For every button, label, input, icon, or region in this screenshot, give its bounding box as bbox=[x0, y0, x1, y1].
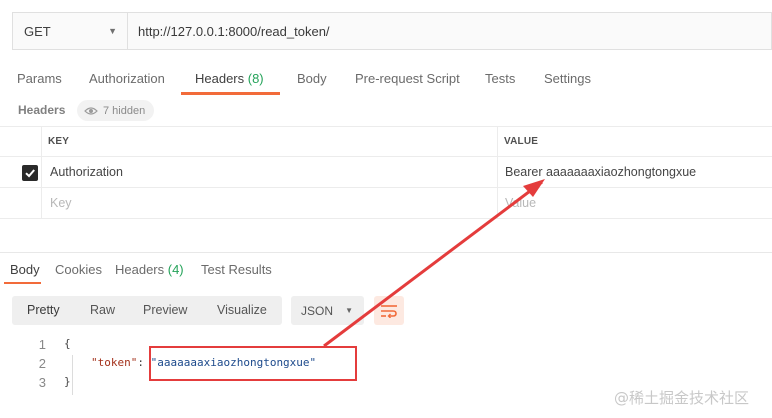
method-label: GET bbox=[24, 23, 51, 39]
tab-label: Cookies bbox=[55, 262, 102, 277]
raw-button[interactable]: Raw bbox=[90, 303, 115, 317]
pretty-button[interactable]: Pretty bbox=[27, 303, 60, 317]
format-toolbar: Pretty Raw Preview Visualize bbox=[12, 296, 282, 325]
url-input[interactable]: http://127.0.0.1:8000/read_token/ bbox=[128, 13, 771, 49]
checkmark-icon bbox=[25, 169, 35, 178]
wrap-lines-icon bbox=[381, 304, 397, 318]
tab-label: Params bbox=[17, 71, 62, 86]
tab-label: Authorization bbox=[89, 71, 165, 86]
tab-tests[interactable]: Tests bbox=[485, 71, 515, 86]
code-close-brace: } bbox=[64, 375, 71, 388]
tab-label: Body bbox=[297, 71, 327, 86]
preview-button[interactable]: Preview bbox=[143, 303, 187, 317]
header-value-cell[interactable]: Bearer aaaaaaaxiaozhongtongxue bbox=[505, 157, 696, 187]
table-header-row: KEY VALUE bbox=[0, 126, 772, 157]
new-key-input[interactable]: Key bbox=[50, 188, 72, 218]
tab-label: Headers bbox=[195, 71, 248, 86]
watermark: @稀土掘金技术社区 bbox=[614, 389, 750, 407]
method-select[interactable]: GET ▼ bbox=[13, 13, 128, 49]
response-tab-test-results[interactable]: Test Results bbox=[201, 262, 272, 277]
tab-count: (4) bbox=[167, 262, 184, 277]
tab-count: (8) bbox=[247, 71, 264, 86]
checkbox-column bbox=[0, 188, 42, 218]
line-number: 1 bbox=[38, 337, 46, 352]
checkbox-column bbox=[0, 157, 42, 187]
eye-icon bbox=[84, 106, 98, 115]
column-divider bbox=[497, 188, 498, 218]
active-tab-indicator bbox=[181, 92, 280, 95]
request-tabs: Params Authorization Headers (8) Body Pr… bbox=[0, 62, 772, 96]
code-open-brace: { bbox=[64, 337, 71, 350]
headers-section-title: Headers bbox=[18, 103, 66, 117]
tab-pre-request-script[interactable]: Pre-request Script bbox=[355, 71, 460, 86]
wrap-lines-button[interactable] bbox=[374, 296, 404, 325]
column-header-value: VALUE bbox=[504, 136, 539, 147]
tab-label: Pre-request Script bbox=[355, 71, 460, 86]
chevron-down-icon: ▼ bbox=[108, 26, 117, 36]
tab-body[interactable]: Body bbox=[297, 71, 327, 86]
hidden-count-label: 7 hidden bbox=[103, 104, 146, 117]
hidden-headers-toggle[interactable]: 7 hidden bbox=[77, 100, 155, 121]
tab-label: Test Results bbox=[201, 262, 272, 277]
tab-label: Settings bbox=[544, 71, 591, 86]
column-divider bbox=[497, 157, 498, 187]
active-response-tab-indicator bbox=[4, 282, 41, 284]
headers-table: KEY VALUE Authorization Bearer aaaaaaaxi… bbox=[0, 126, 772, 219]
response-divider bbox=[0, 252, 772, 253]
tab-label: Tests bbox=[485, 71, 516, 86]
json-key: "token" bbox=[91, 356, 138, 369]
header-key-cell[interactable]: Authorization bbox=[50, 157, 123, 187]
response-tab-cookies[interactable]: Cookies bbox=[55, 262, 102, 277]
tab-label: Body bbox=[10, 262, 40, 277]
new-value-input[interactable]: Value bbox=[505, 188, 536, 218]
request-bar: GET ▼ http://127.0.0.1:8000/read_token/ bbox=[12, 12, 772, 50]
column-header-key: KEY bbox=[48, 136, 70, 147]
tab-params[interactable]: Params bbox=[17, 71, 62, 86]
tab-settings[interactable]: Settings bbox=[544, 71, 591, 86]
chevron-down-icon: ▼ bbox=[345, 306, 353, 315]
tab-label: Headers bbox=[115, 262, 168, 277]
response-tab-headers[interactable]: Headers (4) bbox=[115, 262, 184, 277]
url-text: http://127.0.0.1:8000/read_token/ bbox=[138, 23, 330, 39]
table-row-empty: Key Value bbox=[0, 188, 772, 219]
response-tab-body[interactable]: Body bbox=[10, 262, 40, 277]
tab-authorization[interactable]: Authorization bbox=[89, 71, 165, 86]
visualize-button[interactable]: Visualize bbox=[217, 303, 267, 317]
line-number: 2 bbox=[38, 356, 46, 371]
row-enabled-checkbox[interactable] bbox=[22, 165, 38, 181]
annotation-highlight-box bbox=[149, 346, 357, 381]
fold-guide bbox=[72, 355, 73, 395]
response-type-label: JSON bbox=[301, 303, 334, 318]
checkbox-column bbox=[0, 127, 42, 156]
response-type-select[interactable]: JSON ▼ bbox=[291, 296, 364, 325]
line-number: 3 bbox=[38, 375, 46, 390]
tab-headers[interactable]: Headers (8) bbox=[195, 71, 264, 86]
table-row: Authorization Bearer aaaaaaaxiaozhongton… bbox=[0, 157, 772, 188]
column-divider bbox=[497, 127, 498, 156]
